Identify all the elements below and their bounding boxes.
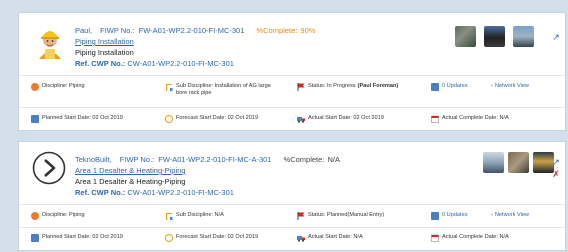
sub-discipline: Sub Discipline: N/A: [165, 212, 224, 220]
actual-complete-date: Actual Complete Date: N/A: [431, 115, 509, 123]
ref-cwp-number: CW-A01-WP2.2-010-FI-MC-301: [127, 59, 234, 68]
pin-icon[interactable]: ↗: [551, 31, 561, 43]
updates-icon: [431, 212, 439, 220]
package-description: Piping Installation: [75, 48, 134, 57]
package-title-link[interactable]: Area 1 Desalter & Heating-Piping: [75, 166, 185, 175]
sub-discipline: Sub Discipline: Installation of AG large…: [165, 83, 276, 97]
contractor-name[interactable]: TeknoBuilt,: [75, 155, 112, 164]
updates-link[interactable]: 0 Updates: [431, 212, 468, 220]
network-share-icon: ‹: [491, 212, 493, 218]
clock-icon: [165, 234, 173, 242]
ref-cwp-number: CW-A01-WP2.2-010-FI-MC-301: [127, 188, 234, 197]
work-package-card: TeknoBuilt, FIWP No.: FW-A01-WP2.2-010-FI…: [18, 141, 566, 251]
calendar-icon: [31, 234, 39, 242]
photo-thumbnail[interactable]: [513, 26, 534, 47]
delete-x-icon[interactable]: ✗: [551, 168, 561, 180]
flag-icon: [297, 83, 305, 91]
info-row: Discipline: Piping Sub Discipline: Insta…: [19, 83, 565, 105]
crane-icon: [165, 212, 173, 220]
clock-icon: [165, 115, 173, 123]
truck-icon: [297, 115, 305, 123]
card-actions: ↗: [551, 31, 561, 43]
status: Status: Planned(Manual Entry): [297, 212, 384, 220]
chevron-right-circle-icon[interactable]: [31, 150, 69, 188]
dates-row: Planned Start Date: 02 Oct 2019 Forecast…: [19, 115, 565, 125]
fiwp-number: FW-A01-WP2.2-010-FI-MC-301: [138, 26, 245, 35]
updates-icon: [431, 83, 439, 91]
photo-thumbnail[interactable]: [483, 152, 504, 173]
network-view-link[interactable]: ‹ Network View: [491, 83, 529, 90]
calendar-check-icon: [431, 115, 439, 123]
fiwp-label: FIWP No.:: [100, 26, 135, 35]
contractor-name[interactable]: Paul,: [75, 26, 92, 35]
discipline-badge-icon: [31, 212, 39, 220]
discipline: Discipline: Piping: [31, 83, 85, 91]
status: Status: In Progress (Paul Foreman): [297, 83, 398, 91]
discipline-badge-icon: [31, 83, 39, 91]
forecast-start-date: Forecast Start Date: 02 Oct 2019: [165, 115, 258, 123]
photo-thumbnail[interactable]: [508, 152, 529, 173]
updates-link[interactable]: 0 Updates: [431, 83, 468, 91]
planned-start-date: Planned Start Date: 02 Oct 2019: [31, 115, 123, 123]
card-header: Paul, FIWP No.: FW-A01-WP2.2-010-FI-MC-30…: [19, 13, 565, 75]
percent-complete-value: 90%: [300, 26, 316, 35]
discipline: Discipline: Piping: [31, 212, 85, 220]
package-title-link[interactable]: Piping Installation: [75, 37, 134, 46]
ref-cwp-label: Ref. CWP No.:: [75, 188, 126, 197]
dates-row: Planned Start Date: 02 Oct 2019 Forecast…: [19, 234, 565, 244]
calendar-check-icon: [431, 234, 439, 242]
worker-avatar: [31, 21, 69, 59]
truck-icon: [297, 234, 305, 242]
ref-cwp-label: Ref. CWP No.:: [75, 59, 126, 68]
fiwp-number: FW-A01-WP2.2-010-FI-MC-A-301: [158, 155, 272, 164]
pin-icon[interactable]: ↗: [551, 156, 561, 168]
actual-complete-date: Actual Complete Date: N/A: [431, 234, 509, 242]
calendar-icon: [31, 115, 39, 123]
card-title-block: TeknoBuilt, FIWP No.: FW-A01-WP2.2-010-FI…: [75, 154, 340, 198]
photo-thumbnail[interactable]: [484, 26, 505, 47]
network-view-link[interactable]: ‹ Network View: [491, 212, 529, 219]
actual-start-date: Actual Start Date: N/A: [297, 234, 363, 242]
percent-complete-label: %Complete:: [256, 26, 298, 35]
crane-icon: [165, 83, 173, 91]
card-header: TeknoBuilt, FIWP No.: FW-A01-WP2.2-010-FI…: [19, 142, 565, 204]
package-description: Area 1 Desalter & Heating-Piping: [75, 177, 186, 186]
card-title-block: Paul, FIWP No.: FW-A01-WP2.2-010-FI-MC-30…: [75, 25, 315, 69]
photo-thumbnail[interactable]: [455, 26, 476, 47]
network-share-icon: ‹: [491, 83, 493, 89]
percent-complete-value: N/A: [327, 155, 341, 164]
actual-start-date: Actual Start Date: 02 Oct 2019: [297, 115, 384, 123]
fiwp-label: FIWP No.:: [119, 155, 155, 164]
work-package-card: Paul, FIWP No.: FW-A01-WP2.2-010-FI-MC-30…: [18, 12, 566, 131]
card-actions: ↗ ✗: [551, 156, 561, 180]
info-row: Discipline: Piping Sub Discipline: N/A S…: [19, 212, 565, 222]
forecast-start-date: Forecast Start Date: 02 Oct 2019: [165, 234, 258, 242]
status-owner: (Paul Foreman): [357, 83, 399, 89]
flag-icon: [297, 212, 305, 220]
planned-start-date: Planned Start Date: 02 Oct 2019: [31, 234, 123, 242]
percent-complete-label: %Complete:: [283, 155, 325, 164]
